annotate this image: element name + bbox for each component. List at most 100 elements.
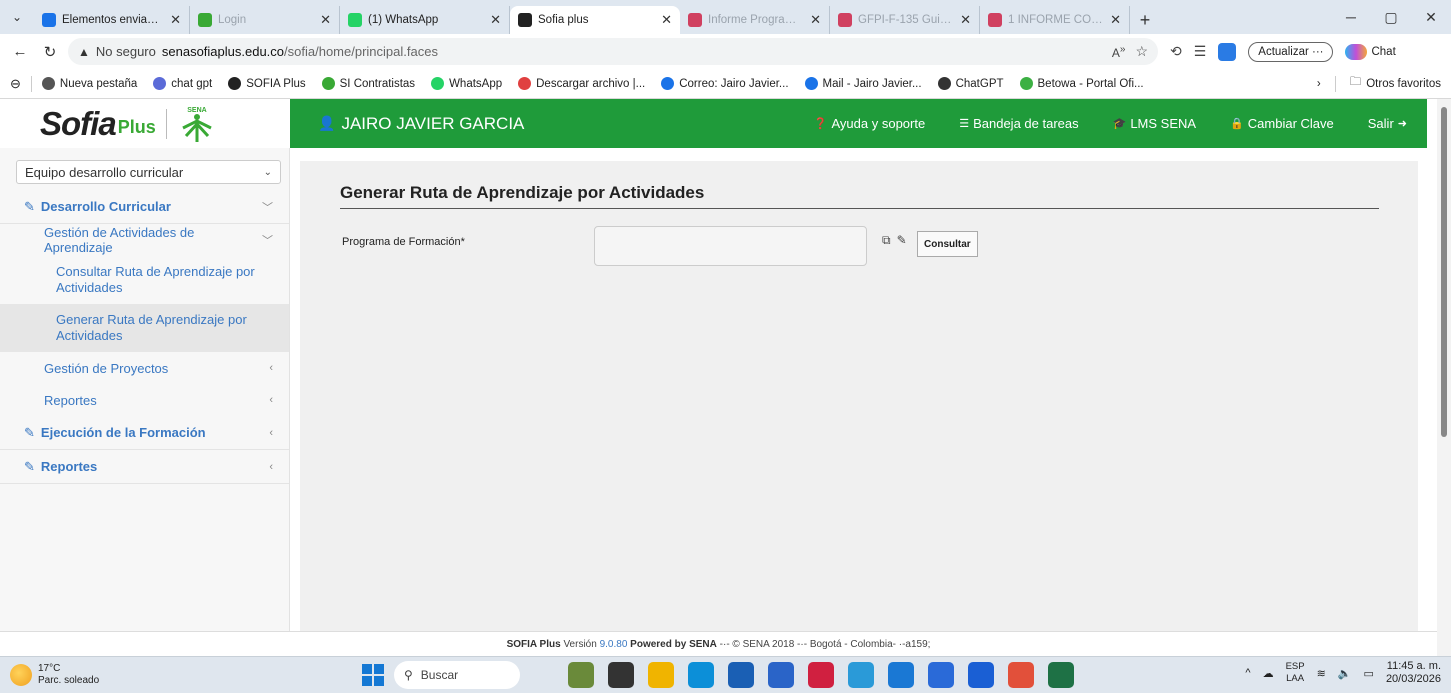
bookmark-item[interactable]: SI Contratistas	[321, 77, 415, 90]
profile-icon[interactable]	[1218, 42, 1237, 61]
bookmark-item[interactable]: chat gpt	[153, 77, 212, 90]
bookmarks-overflow-icon[interactable]: ›	[1317, 78, 1321, 90]
close-tab-icon[interactable]: ✕	[960, 12, 971, 28]
close-tab-icon[interactable]: ✕	[1110, 12, 1121, 28]
bookmark-item[interactable]: WhatsApp	[431, 77, 502, 90]
minimize-icon[interactable]: ─	[1331, 0, 1371, 34]
system-tray: ^ ☁ ESP LAA ≋ 🔈 ▭ 11:45 a. m. 20/03/2026	[1245, 660, 1441, 686]
bookmark-item[interactable]: Correo: Jairo Javier...	[661, 77, 789, 90]
browser-tab[interactable]: Informe Programa de F ✕	[680, 6, 830, 34]
refresh-icon[interactable]: ↻	[38, 40, 62, 64]
new-tab-button[interactable]: +	[1130, 6, 1160, 34]
sidebar-item[interactable]: Generar Ruta de Aprendizaje por Activida…	[0, 304, 289, 352]
favorite-star-icon[interactable]: ☆	[1135, 43, 1148, 60]
clear-icon[interactable]: ✎	[897, 233, 907, 248]
apps-icon[interactable]	[888, 662, 914, 688]
gallery-icon[interactable]	[848, 662, 874, 688]
taskbar-search[interactable]: ⚲ Buscar	[394, 661, 520, 689]
task-view-icon[interactable]	[608, 662, 634, 688]
consultar-button[interactable]: Consultar	[917, 231, 978, 257]
sidebar-item[interactable]: ✎ Reportes ‹	[0, 450, 289, 484]
search-program-icon[interactable]: ⧉	[882, 233, 891, 248]
copilot-chat-button[interactable]: Chat	[1345, 43, 1396, 60]
url-field[interactable]: ▲ No seguro senasofiaplus.edu.co/sofia/h…	[68, 38, 1158, 65]
kanban-icon[interactable]	[768, 662, 794, 688]
bookmark-item[interactable]: Nueva pestaña	[41, 77, 137, 90]
role-select[interactable]: Equipo desarrollo curricular ⌄	[16, 160, 281, 184]
pocket-icon[interactable]	[808, 662, 834, 688]
windows-start-icon[interactable]	[362, 664, 384, 686]
tab-actions-menu-icon[interactable]: ⌄	[4, 5, 30, 29]
program-input[interactable]	[594, 226, 867, 266]
sidebar-item[interactable]: ✎ Desarrollo Curricular ﹀	[0, 190, 289, 224]
browser-tab[interactable]: Sofia plus ✕	[510, 6, 680, 34]
edge-icon[interactable]	[688, 662, 714, 688]
close-tab-icon[interactable]: ✕	[170, 12, 181, 28]
weather-widget[interactable]: 17°C Parc. soleado	[10, 663, 99, 687]
sidebar-item[interactable]: Consultar Ruta de Aprendizaje por Activi…	[0, 256, 289, 304]
bookmark-item[interactable]: Descargar archivo |...	[518, 77, 645, 90]
tab-title: GFPI-F-135 Guia de Ap	[858, 14, 954, 26]
close-tab-icon[interactable]: ✕	[490, 12, 501, 28]
excel-icon[interactable]	[1048, 662, 1074, 688]
bookmark-sidebar-icon[interactable]: ⊖	[10, 76, 21, 92]
sidebar-item[interactable]: Gestión de Proyectos ‹	[0, 352, 289, 384]
user-name: JAIRO JAVIER GARCIA	[341, 113, 525, 133]
volume-icon[interactable]: 🔈	[1338, 667, 1352, 680]
close-window-icon[interactable]: ✕	[1411, 0, 1451, 34]
sidebar-item[interactable]: ✎ Ejecución de la Formación ‹	[0, 416, 289, 450]
topnav-link[interactable]: ☰ Bandeja de tareas	[959, 116, 1078, 131]
other-favorites-folder[interactable]: 🗀 Otros favoritos	[1350, 74, 1441, 93]
topnav-link[interactable]: 🎓 LMS SENA	[1113, 116, 1196, 131]
footer-rest: -·- © SENA 2018 -·- Bogotá - Colombia- ·…	[719, 638, 931, 650]
browser-tab[interactable]: (1) WhatsApp ✕	[340, 6, 510, 34]
battery-icon[interactable]: ▭	[1364, 667, 1374, 680]
tray-overflow-icon[interactable]: ^	[1245, 667, 1250, 679]
browser-tab[interactable]: GFPI-F-135 Guia de Ap ✕	[830, 6, 980, 34]
bookmark-label: Mail - Jairo Javier...	[822, 77, 922, 90]
extensions-icon[interactable]: ⟲	[1170, 43, 1182, 60]
read-aloud-icon[interactable]: A»	[1112, 44, 1126, 60]
bookmark-item[interactable]: ChatGPT	[937, 77, 1004, 90]
browser-tab[interactable]: Login ✕	[190, 6, 340, 34]
language-indicator[interactable]: ESP LAA	[1286, 661, 1305, 685]
footer-version[interactable]: 9.0.80	[600, 639, 628, 650]
bookmark-item[interactable]: Betowa - Portal Ofi...	[1019, 77, 1144, 90]
back-icon[interactable]: ←	[8, 40, 32, 64]
topnav-link[interactable]: Salir ➜	[1368, 116, 1407, 131]
sidebar-item[interactable]: Gestión de Actividades de Aprendizaje ﹀	[0, 224, 289, 256]
update-button[interactable]: Actualizar ···	[1248, 41, 1334, 62]
sidebar-item-text: ✎ Ejecución de la Formación	[24, 425, 206, 441]
user-menu[interactable]: 👤 JAIRO JAVIER GARCIA	[318, 114, 524, 134]
bookmark-item[interactable]: SOFIA Plus	[228, 77, 306, 90]
sofia-icon	[518, 13, 532, 27]
scrollbar-thumb[interactable]	[1441, 107, 1447, 437]
favorites-icon[interactable]: ☰	[1194, 43, 1207, 60]
bookmark-item[interactable]: Mail - Jairo Javier...	[804, 77, 922, 90]
firefox-icon[interactable]	[1008, 662, 1034, 688]
close-tab-icon[interactable]: ✕	[320, 12, 331, 28]
sidebar-item[interactable]: Reportes ‹	[0, 384, 289, 416]
browser-tab-bar: ⌄ Elementos enviados: Jai✕Login✕(1) What…	[0, 0, 1451, 34]
footer-brand: SOFIA Plus	[506, 638, 561, 650]
restore-icon[interactable]: ▢	[1371, 0, 1411, 34]
bookmark-separator	[1334, 75, 1336, 92]
sidebar-item-text: Consultar Ruta de Aprendizaje por Activi…	[56, 264, 273, 296]
wifi-icon[interactable]: ≋	[1317, 667, 1326, 680]
chess-app-icon[interactable]	[568, 662, 594, 688]
onedrive-icon[interactable]: ☁	[1263, 667, 1274, 680]
topnav-link[interactable]: ❓ Ayuda y soporte	[814, 116, 925, 131]
page-scrollbar[interactable]	[1437, 99, 1451, 656]
clock[interactable]: 11:45 a. m. 20/03/2026	[1386, 660, 1441, 686]
close-tab-icon[interactable]: ✕	[661, 12, 672, 28]
topnav-link[interactable]: 🔒 Cambiar Clave	[1230, 116, 1334, 131]
store-icon[interactable]	[728, 662, 754, 688]
lang-bottom: LAA	[1286, 673, 1305, 684]
bookmark-separator	[30, 75, 32, 92]
close-tab-icon[interactable]: ✕	[810, 12, 821, 28]
file-explorer-icon[interactable]	[648, 662, 674, 688]
chat-app-icon[interactable]	[968, 662, 994, 688]
browser-tab[interactable]: 1 INFORME CONTRACT ✕	[980, 6, 1130, 34]
calculator-icon[interactable]	[928, 662, 954, 688]
browser-tab[interactable]: Elementos enviados: Jai ✕	[34, 6, 190, 34]
